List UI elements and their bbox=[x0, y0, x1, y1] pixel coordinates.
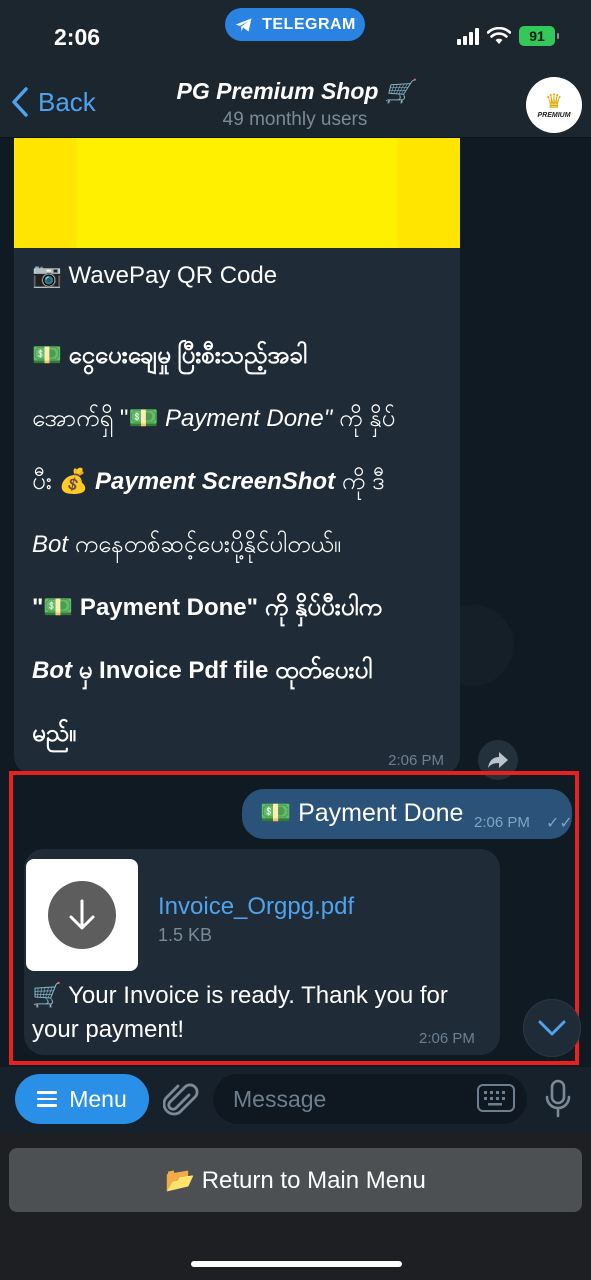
message-line: "💵 Payment Done" ကို နှိပ်ပီးပါက bbox=[32, 594, 383, 621]
file-message[interactable]: Invoice_Orgpg.pdf 1.5 KB 🛒 Your Invoice … bbox=[24, 849, 500, 1055]
message-text: 📷 WavePay QR Code 💵 ငွေပေးချေမှု ပြီးစီး… bbox=[32, 256, 448, 774]
text-span: Bot bbox=[32, 531, 69, 558]
text-span: ကနေတစ်ဆင့်ပေးပို့နိုင်ပါတယ်။ bbox=[68, 531, 341, 558]
text-span: Bot bbox=[32, 657, 72, 684]
message-line: 💵 ငွေပေးချေမှု ပြီးစီးသည့်အခါ bbox=[32, 342, 307, 369]
outgoing-text: 💵 Payment Done bbox=[260, 799, 464, 827]
back-button[interactable]: Back bbox=[10, 86, 96, 118]
message-line: ပီး 💰 Payment ScreenShot ကို ဒီ bbox=[32, 462, 448, 525]
status-icons: 91 bbox=[457, 26, 559, 46]
paperclip-icon[interactable] bbox=[163, 1081, 199, 1121]
incoming-message[interactable]: 📷 WavePay QR Code 💵 ငွေပေးချေမှု ပြီးစီး… bbox=[14, 138, 460, 774]
text-span: အောက်ရှိ "💵 bbox=[32, 405, 165, 432]
avatar[interactable]: ♛ PREMIUM bbox=[526, 77, 582, 133]
message-line: Bot ကနေတစ်ဆင့်ပေးပို့နိုင်ပါတယ်။ bbox=[32, 525, 448, 588]
qr-code-image[interactable] bbox=[14, 138, 460, 248]
file-name[interactable]: Invoice_Orgpg.pdf bbox=[158, 893, 354, 921]
double-check-icon: ✓✓ bbox=[546, 815, 573, 832]
bot-keyboard: 📂 Return to Main Menu bbox=[0, 1133, 591, 1280]
chat-subtitle: 49 monthly users bbox=[222, 109, 368, 130]
chevron-left-icon bbox=[12, 87, 28, 117]
message-time: 2:06 PM bbox=[474, 814, 530, 831]
text-span: ပီး 💰 bbox=[32, 468, 95, 495]
text-span: Payment Done" bbox=[165, 405, 333, 432]
file-size: 1.5 KB bbox=[158, 925, 213, 945]
chat-title: PG Premium Shop 🛒 bbox=[176, 78, 414, 104]
download-icon bbox=[48, 881, 116, 949]
telegram-pill-label: TELEGRAM bbox=[262, 15, 356, 33]
wifi-icon bbox=[487, 27, 511, 44]
microphone-icon[interactable] bbox=[544, 1079, 572, 1119]
text-span: ကို ဒီ bbox=[335, 468, 385, 495]
battery-icon: 91 bbox=[519, 26, 559, 46]
input-bar: Menu bbox=[0, 1067, 591, 1133]
share-icon bbox=[488, 752, 508, 768]
scroll-down-button[interactable] bbox=[523, 999, 581, 1057]
signal-icon bbox=[457, 27, 479, 45]
message-time: 2:06 PM bbox=[388, 752, 444, 769]
menu-button[interactable]: Menu bbox=[15, 1074, 149, 1124]
return-main-menu-button[interactable]: 📂 Return to Main Menu bbox=[9, 1148, 582, 1212]
chat-title-area[interactable]: PG Premium Shop 🛒 49 monthly users bbox=[100, 78, 490, 131]
outgoing-message[interactable]: 💵 Payment Done 2:06 PM ✓✓ bbox=[242, 789, 573, 839]
text-span: ကို နှိပ် bbox=[332, 405, 396, 432]
avatar-text: PREMIUM bbox=[537, 111, 571, 119]
home-indicator bbox=[191, 1261, 402, 1267]
text-span: Payment ScreenShot bbox=[95, 468, 336, 495]
telegram-pill[interactable]: TELEGRAM bbox=[225, 8, 365, 41]
text-span: မှ Invoice Pdf file ထုတ်ပေးပါ bbox=[71, 657, 373, 684]
back-label: Back bbox=[38, 86, 96, 117]
telegram-icon bbox=[235, 17, 252, 32]
keyboard-icon[interactable] bbox=[477, 1084, 515, 1112]
message-time: 2:06 PM bbox=[419, 1030, 475, 1047]
menu-label: Menu bbox=[69, 1085, 127, 1112]
hamburger-icon bbox=[37, 1091, 58, 1107]
message-line: အောက်ရှိ "💵 Payment Done" ကို နှိပ် bbox=[32, 399, 448, 462]
status-time: 2:06 bbox=[54, 24, 101, 50]
message-line: Bot မှ Invoice Pdf file ထုတ်ပေးပါ bbox=[32, 651, 448, 714]
chevron-down-icon bbox=[538, 1020, 566, 1036]
file-download-button[interactable] bbox=[26, 859, 138, 971]
caption-title: 📷 WavePay QR Code bbox=[32, 262, 278, 289]
chat-header: 2:06 TELEGRAM 91 Back PG Premium Shop 🛒 … bbox=[0, 0, 591, 138]
message-line: မည်။ bbox=[32, 720, 77, 747]
crown-icon: ♛ bbox=[545, 90, 563, 113]
